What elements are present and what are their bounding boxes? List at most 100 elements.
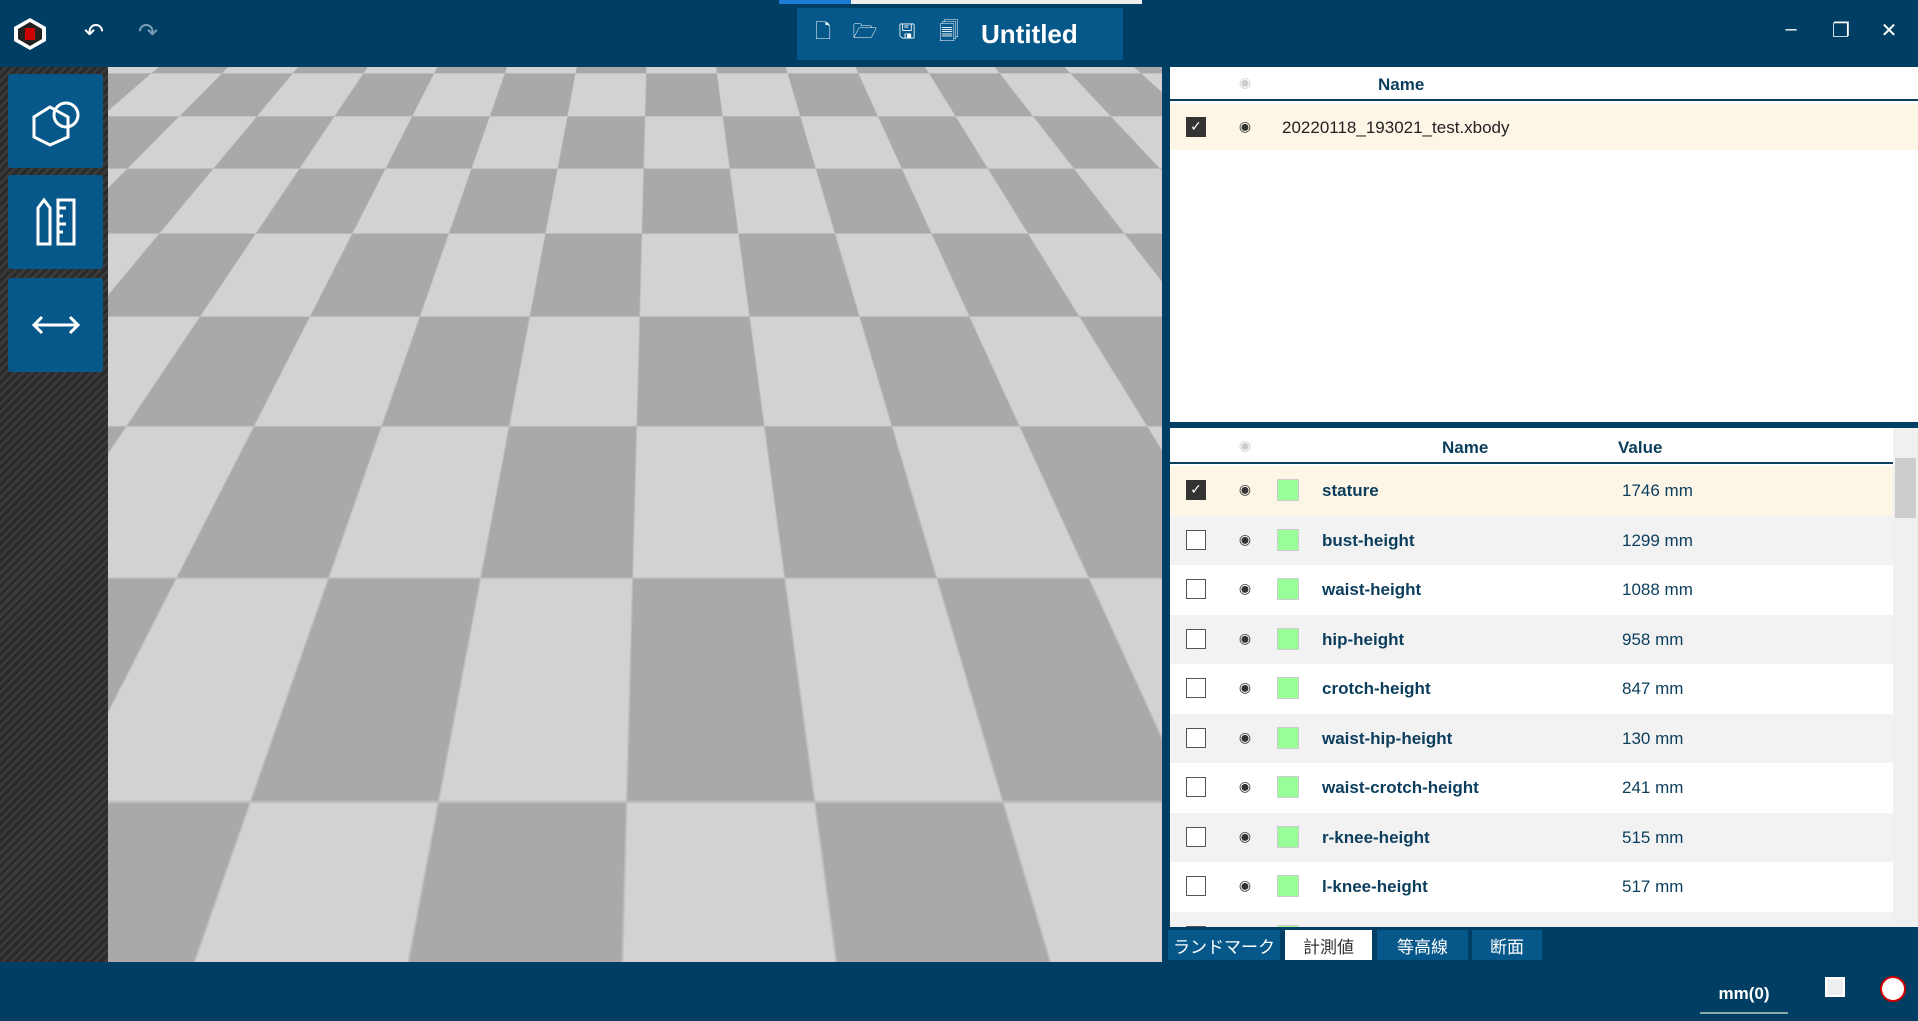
table-row[interactable]: ◉ r-knee-height 515 mm xyxy=(1170,812,1893,862)
status-logo-icon[interactable] xyxy=(1880,976,1906,1002)
measurement-value: 1746 mm xyxy=(1622,481,1693,500)
color-swatch[interactable] xyxy=(1277,726,1299,749)
3d-model-icon xyxy=(32,101,79,147)
checkbox[interactable] xyxy=(1186,777,1206,797)
title-bar: ↶ ↷ 🗋 🗁 🖫 🗐 Untitled – ❐ ✕ xyxy=(0,0,1918,67)
measurement-name: waist-hip-height xyxy=(1322,728,1453,748)
eye-icon[interactable]: ◉ xyxy=(1234,532,1256,546)
header-value: Value xyxy=(1618,438,1663,457)
color-swatch[interactable] xyxy=(1277,776,1299,798)
panel-title-text: 自動採寸 xyxy=(973,103,1054,125)
measurement-table: ◉ Name Value ✓ ◉ stature 1746 mm ◉ bust-… xyxy=(1170,428,1918,927)
eye-icon[interactable]: ◉ xyxy=(1234,75,1256,89)
measurement-value: 517 mm xyxy=(1622,877,1684,896)
new-file-icon[interactable]: 🗋 xyxy=(809,20,837,48)
checkbox[interactable] xyxy=(1186,628,1206,649)
checkbox[interactable] xyxy=(1186,529,1206,550)
measure-ruler-icon xyxy=(36,197,75,246)
sidebar-item-model[interactable] xyxy=(8,74,103,168)
table-row[interactable]: ◉ xyxy=(1170,911,1893,927)
scrollbar[interactable] xyxy=(1893,428,1918,927)
measurement-value: 1088 mm xyxy=(1622,580,1693,599)
table-row[interactable]: ✓ ◉ stature 1746 mm xyxy=(1170,466,1893,516)
checkbox[interactable] xyxy=(1186,876,1206,896)
measurement-value: 847 mm xyxy=(1622,679,1684,698)
measurement-name: waist-height xyxy=(1322,580,1422,599)
checkbox[interactable]: ✓ xyxy=(1186,117,1206,137)
table-row[interactable]: ◉ hip-height 958 mm xyxy=(1170,614,1893,664)
color-swatch[interactable] xyxy=(1277,875,1299,897)
color-swatch[interactable] xyxy=(1277,825,1299,848)
3d-viewport[interactable]: F ▮ 自動採寸 自動計測 OK キャンセル xyxy=(108,67,1162,962)
header-name: Name xyxy=(1378,75,1425,94)
file-toolbar: 🗋 🗁 🖫 🗐 Untitled xyxy=(797,8,1123,60)
sidebar-item-measure[interactable] xyxy=(8,175,103,269)
scrollbar-thumb[interactable] xyxy=(1895,458,1916,518)
document-title: Untitled xyxy=(981,18,1078,49)
auto-measure-button[interactable]: 自動計測 xyxy=(940,167,1060,212)
tab-landmark[interactable]: ランドマーク xyxy=(1168,930,1280,960)
table-row[interactable]: ◉ crotch-height 847 mm xyxy=(1170,664,1893,714)
eye-icon[interactable]: ◉ xyxy=(1234,438,1256,452)
checkbox[interactable] xyxy=(1186,727,1206,748)
measurement-name: bust-height xyxy=(1322,530,1415,550)
tab-contour[interactable]: 等高線 xyxy=(1377,930,1468,960)
restore-button[interactable]: ❐ xyxy=(1826,18,1856,43)
eye-icon[interactable]: ◉ xyxy=(1234,680,1256,694)
table-row[interactable]: ◉ bust-height 1299 mm xyxy=(1170,515,1893,565)
view-cube-icon[interactable]: F xyxy=(1023,847,1097,917)
measurement-name: stature xyxy=(1322,481,1379,500)
save-as-icon[interactable]: 🗐 xyxy=(935,20,963,48)
measurement-name: waist-crotch-height xyxy=(1322,778,1479,797)
eye-icon[interactable]: ◉ xyxy=(1234,119,1256,133)
file-list-panel: ◉ Name ✓ ◉ 20220118_193021_test.xbody xyxy=(1170,67,1918,422)
redo-icon[interactable]: ↷ xyxy=(138,18,158,47)
cancel-button[interactable]: キャンセル xyxy=(1012,237,1132,282)
table-row[interactable]: ◉ waist-height 1088 mm xyxy=(1170,565,1893,615)
checkbox[interactable] xyxy=(1186,678,1206,698)
color-swatch[interactable] xyxy=(1277,479,1299,501)
color-swatch[interactable] xyxy=(1277,924,1299,927)
undo-icon[interactable]: ↶ xyxy=(84,18,104,47)
close-button[interactable]: ✕ xyxy=(1874,18,1904,43)
unit-selector[interactable]: mm(0) xyxy=(1700,980,1788,1014)
dimension-arrow-icon xyxy=(31,315,80,335)
measurement-value: 515 mm xyxy=(1622,827,1684,847)
app-logo-icon[interactable] xyxy=(12,16,48,52)
checkbox[interactable] xyxy=(1186,826,1206,847)
view-home-icon[interactable] xyxy=(610,69,654,115)
sidebar-item-dimension[interactable] xyxy=(8,278,103,372)
checkbox[interactable] xyxy=(1186,925,1206,927)
tab-measurements[interactable]: 計測値 xyxy=(1285,930,1372,960)
minimize-button[interactable]: – xyxy=(1776,18,1806,41)
color-swatch[interactable] xyxy=(1277,677,1299,699)
measurement-name: hip-height xyxy=(1322,629,1405,649)
save-icon[interactable]: 🖫 xyxy=(893,20,921,48)
eye-icon[interactable]: ◉ xyxy=(1234,581,1256,595)
measurement-name: r-knee-height xyxy=(1322,827,1430,847)
eye-icon[interactable]: ◉ xyxy=(1234,631,1256,645)
eye-icon[interactable]: ◉ xyxy=(1234,779,1256,793)
color-swatch[interactable] xyxy=(1277,528,1299,551)
svg-text:F: F xyxy=(1041,876,1053,898)
open-file-icon[interactable]: 🗁 xyxy=(851,20,879,48)
checkbox[interactable] xyxy=(1186,579,1206,599)
eye-icon[interactable]: ◉ xyxy=(1234,482,1256,496)
eye-icon[interactable]: ◉ xyxy=(1234,878,1256,892)
file-list-header: ◉ Name xyxy=(1170,67,1918,101)
checkbox[interactable]: ✓ xyxy=(1186,480,1206,500)
ok-button[interactable]: OK xyxy=(867,237,987,282)
divider xyxy=(856,147,1144,150)
measurement-value: 1299 mm xyxy=(1622,530,1693,550)
color-swatch[interactable] xyxy=(1277,627,1299,650)
eye-icon[interactable]: ◉ xyxy=(1234,829,1256,843)
file-row[interactable]: ✓ ◉ 20220118_193021_test.xbody xyxy=(1170,104,1918,150)
table-row[interactable]: ◉ waist-hip-height 130 mm xyxy=(1170,713,1893,763)
table-row[interactable]: ◉ waist-crotch-height 241 mm xyxy=(1170,763,1893,813)
auto-measure-panel: ▮ 自動採寸 自動計測 OK キャンセル xyxy=(848,81,1148,293)
eye-icon[interactable]: ◉ xyxy=(1234,730,1256,744)
tab-section[interactable]: 断面 xyxy=(1472,930,1542,960)
checkbox-toggle[interactable] xyxy=(1825,977,1845,997)
color-swatch[interactable] xyxy=(1277,578,1299,600)
table-row[interactable]: ◉ l-knee-height 517 mm xyxy=(1170,862,1893,912)
